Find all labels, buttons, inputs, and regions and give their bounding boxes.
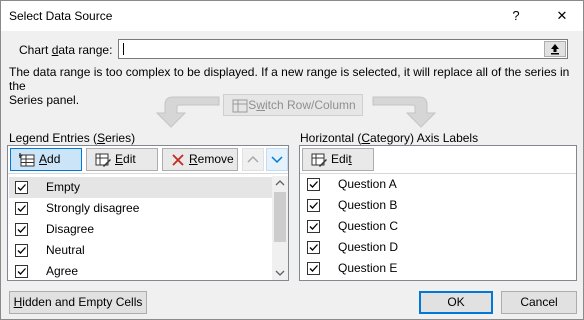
axis-labels-heading: Horizontal (Category) Axis Labels [300, 131, 479, 145]
legend-item-strongly-disagree[interactable]: Strongly disagree [9, 198, 272, 219]
scroll-down-icon [275, 270, 285, 276]
checkmark-icon [17, 184, 26, 191]
edit-table-icon [95, 153, 111, 167]
axis-item-label: Question E [338, 261, 398, 275]
legend-item-label: Disagree [46, 222, 95, 236]
select-data-source-dialog: Select Data Source ? ✕ Chart data range:… [0, 0, 584, 320]
ok-button[interactable]: OK [419, 291, 493, 314]
edit-axis-labels-button[interactable]: Edit [302, 148, 374, 171]
checkmark-icon [17, 205, 26, 212]
legend-item-empty[interactable]: Empty [9, 177, 272, 198]
axis-item-checkbox[interactable] [307, 178, 320, 191]
edit-table-icon [311, 153, 327, 167]
upload-icon [551, 44, 559, 55]
axis-item-label: Question D [338, 240, 399, 254]
axis-item-checkbox[interactable] [307, 220, 320, 233]
switch-icon [232, 99, 248, 113]
text-caret [123, 43, 124, 55]
axis-item-label: Question B [338, 198, 398, 212]
legend-entries-heading: Legend Entries (Series) [9, 131, 136, 145]
legend-scrollbar[interactable] [272, 176, 288, 280]
switch-row-column-button[interactable]: Switch Row/Column [223, 94, 363, 116]
add-series-button[interactable]: Add [10, 148, 82, 171]
checkmark-icon [309, 181, 318, 188]
scroll-up-icon [275, 180, 285, 186]
axis-item-question-c[interactable]: Question C [301, 216, 576, 237]
legend-item-label: Strongly disagree [46, 201, 140, 215]
title-bar: Select Data Source ? ✕ [1, 1, 583, 31]
axis-item-question-a[interactable]: Question A [301, 174, 576, 195]
axis-item-question-d[interactable]: Question D [301, 237, 576, 258]
remove-series-label: Remove [189, 152, 234, 166]
move-up-button[interactable] [242, 148, 264, 171]
legend-item-checkbox[interactable] [15, 265, 28, 278]
axis-item-checkbox[interactable] [307, 199, 320, 212]
legend-item-label: Empty [46, 180, 81, 194]
legend-item-checkbox[interactable] [15, 181, 28, 194]
curved-right-arrow-icon [372, 96, 437, 128]
chevron-down-icon [271, 156, 283, 164]
add-table-icon [19, 152, 35, 167]
checkmark-icon [309, 244, 318, 251]
legend-item-label: Agree [46, 264, 79, 278]
checkmark-icon [309, 265, 318, 272]
axis-item-question-b[interactable]: Question B [301, 195, 576, 216]
toolbar-divider [8, 173, 288, 174]
switch-row-column-label: Switch Row/Column [248, 98, 356, 112]
checkmark-icon [309, 202, 318, 209]
legend-item-label: Neutral [46, 243, 85, 257]
checkmark-icon [17, 247, 26, 254]
axis-labels-panel: Edit Question A Question B Question C Qu… [299, 145, 577, 281]
checkmark-icon [309, 223, 318, 230]
chart-data-range-label: Chart data range: [19, 43, 113, 57]
axis-item-checkbox[interactable] [307, 241, 320, 254]
range-message-line1: The data range is too complex to be disp… [9, 65, 570, 93]
scrollbar-thumb[interactable] [274, 192, 286, 242]
legend-item-neutral[interactable]: Neutral [9, 240, 272, 261]
axis-item-question-e[interactable]: Question E [301, 258, 576, 279]
axis-item-label: Question C [338, 219, 399, 233]
edit-series-label: Edit [115, 152, 136, 166]
axis-item-label: Question A [338, 177, 397, 191]
axis-item-checkbox[interactable] [307, 262, 320, 275]
close-button[interactable]: ✕ [547, 5, 577, 27]
hidden-empty-cells-button[interactable]: Hidden and Empty Cells [9, 291, 147, 314]
checkmark-icon [17, 226, 26, 233]
collapse-dialog-button[interactable] [544, 41, 566, 57]
curved-left-arrow-icon [155, 96, 220, 128]
legend-item-disagree[interactable]: Disagree [9, 219, 272, 240]
remove-x-icon [172, 154, 184, 166]
legend-item-checkbox[interactable] [15, 202, 28, 215]
chevron-up-icon [247, 155, 259, 163]
remove-series-button[interactable]: Remove [162, 148, 238, 171]
help-button[interactable]: ? [501, 5, 531, 27]
edit-axis-labels-label: Edit [331, 152, 352, 166]
window-title: Select Data Source [9, 9, 113, 23]
legend-item-checkbox[interactable] [15, 223, 28, 236]
edit-series-button[interactable]: Edit [86, 148, 158, 171]
checkmark-icon [17, 268, 26, 275]
legend-item-checkbox[interactable] [15, 244, 28, 257]
legend-entries-panel: Add Edit Remove Empty Strongly disagree … [7, 145, 289, 281]
cancel-button[interactable]: Cancel [501, 291, 577, 314]
move-down-button[interactable] [266, 148, 288, 171]
legend-item-agree[interactable]: Agree [9, 261, 272, 282]
add-series-label: Add [39, 152, 61, 166]
chart-data-range-input[interactable] [118, 39, 568, 59]
